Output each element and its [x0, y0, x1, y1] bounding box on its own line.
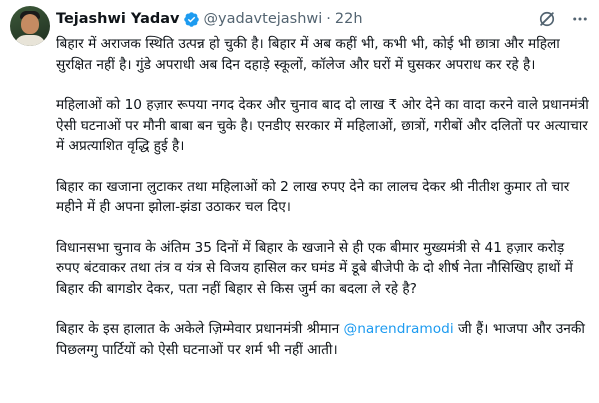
author-avatar[interactable] — [10, 6, 50, 46]
tweet-paragraph: महिलाओं को 10 हज़ार रूपया नगद देकर और चु… — [56, 97, 589, 154]
author-handle[interactable]: @yadavtejashwi — [204, 11, 323, 27]
verified-badge-icon — [183, 11, 200, 28]
avatar-face — [21, 14, 39, 34]
tweet-paragraph: बिहार में अराजक स्थिति उत्पन्न हो चुकी ह… — [56, 36, 560, 73]
tweet-actions-top — [537, 9, 589, 29]
tweet-paragraph-last: बिहार के इस हालात के अकेले ज़िम्मेवार प्… — [56, 319, 590, 360]
separator-dot: · — [326, 11, 331, 27]
tweet-paragraph: विधानसभा चुनाव के अंतिम 35 दिनों में बिह… — [56, 239, 573, 297]
author-name[interactable]: Tejashwi Yadav — [56, 11, 180, 27]
tweet-text-segment: बिहार के इस हालात के अकेले ज़िम्मेवार प्… — [56, 321, 344, 337]
tweet-text: बिहार में अराजक स्थिति उत्पन्न हो चुकी ह… — [56, 34, 590, 360]
grok-icon[interactable] — [537, 9, 557, 29]
more-options-icon[interactable] — [571, 10, 589, 28]
tweet-timestamp[interactable]: 22h — [335, 11, 363, 27]
avatar-shirt — [14, 35, 46, 46]
tweet-header: Tejashwi Yadav @yadavtejashwi · 22h — [56, 8, 559, 30]
mention-link[interactable]: @narendramodi — [344, 321, 454, 337]
tweet-paragraph: बिहार का खजाना लुटाकर तथा महिलाओं को 2 ल… — [56, 178, 570, 216]
